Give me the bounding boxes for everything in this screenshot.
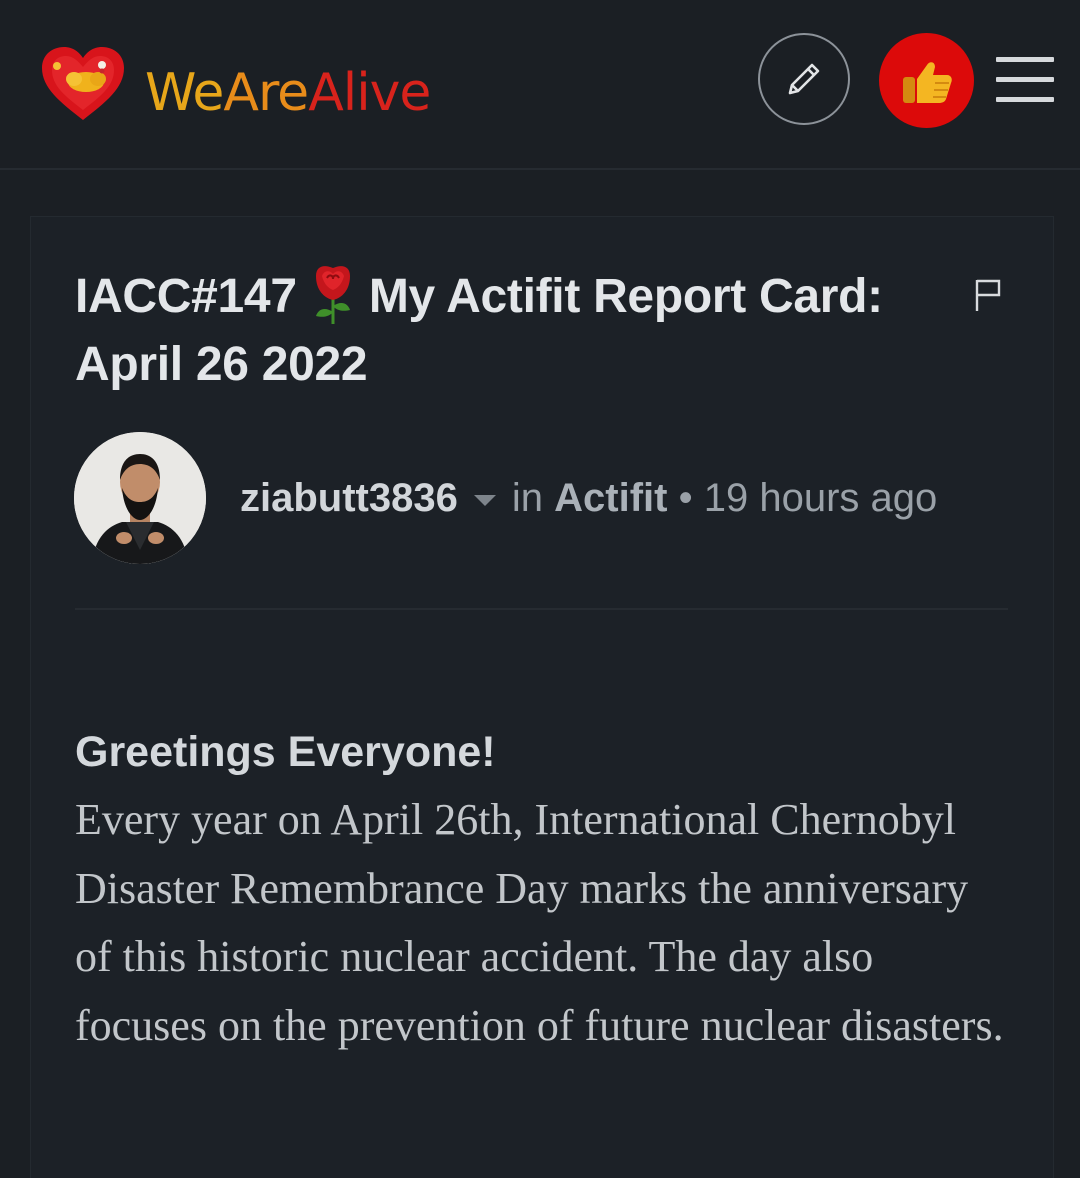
post-greeting: Greetings Everyone! [75, 728, 496, 776]
post-meta: ziabutt3836 in Actifit • 19 hours ago [240, 470, 937, 526]
heart-logo-icon[interactable] [40, 46, 126, 122]
brand-part-we: We [145, 63, 224, 123]
meta-divider [75, 608, 1008, 610]
brand-name[interactable]: WeAreAlive [145, 58, 431, 128]
meta-separator: • [678, 476, 693, 520]
author-dropdown-caret-icon[interactable] [473, 494, 496, 506]
pencil-icon [788, 63, 820, 95]
title-prefix: IACC#147 [75, 270, 297, 323]
post-body-paragraph: Every year on April 26th, International … [75, 795, 1004, 1050]
thumbs-up-icon [902, 61, 952, 103]
hamburger-menu-button[interactable] [996, 55, 1054, 105]
menu-bar-middle [996, 77, 1054, 82]
edit-button[interactable] [758, 33, 850, 125]
menu-bar-top [996, 57, 1054, 62]
top-bar: WeAreAlive [0, 0, 1080, 170]
upvote-button[interactable] [879, 33, 974, 128]
community-link[interactable]: Actifit [554, 476, 667, 520]
author-photo [74, 432, 206, 564]
author-avatar[interactable] [74, 432, 206, 564]
flag-icon[interactable] [973, 278, 1003, 312]
brand-part-are: Are [223, 63, 309, 123]
author-name[interactable]: ziabutt3836 [240, 476, 458, 520]
menu-bar-bottom [996, 97, 1054, 102]
post-title[interactable]: IACC#147 My Actifit Report Card: April 2… [75, 262, 955, 399]
community-prefix: in [511, 476, 543, 520]
brand-part-alive: Alive [308, 63, 431, 123]
post-timestamp[interactable]: 19 hours ago [704, 476, 938, 520]
rose-icon [315, 266, 350, 324]
